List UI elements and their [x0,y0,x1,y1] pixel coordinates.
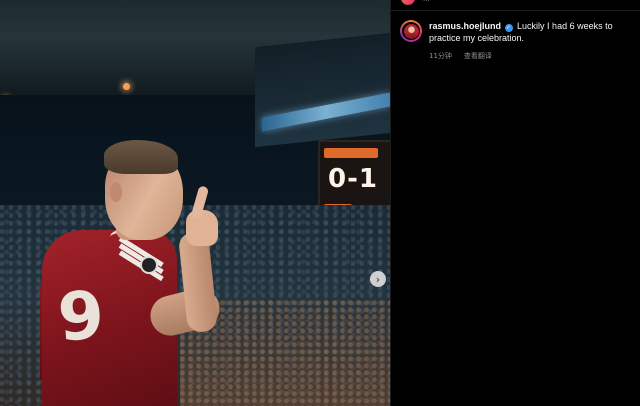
divider [391,10,640,11]
avatar [403,23,419,39]
previous-comment-text: ... [423,0,430,3]
instagram-post-viewer: 0-1 9 › ... [0,0,640,406]
comment-content: rasmus.hoejlund ✓ Luckily I had 6 weeks … [429,20,632,61]
avatar[interactable] [401,0,415,5]
comment-meta: 11分钟 查看翻译 [429,51,632,61]
chevron-right-icon: › [375,272,381,286]
comment-body: rasmus.hoejlund ✓ Luckily I had 6 weeks … [429,20,632,44]
comments-panel: ... rasmus.hoejlund ✓ Luckily I had 6 we… [390,0,640,406]
caption-comment: rasmus.hoejlund ✓ Luckily I had 6 weeks … [400,20,632,61]
hand [186,210,218,246]
verified-badge-icon: ✓ [504,24,513,32]
story-ring[interactable] [400,20,422,42]
previous-comment-row: ... [401,0,430,5]
username-link[interactable]: rasmus.hoejlund [429,21,501,31]
comment-time[interactable]: 11分钟 [429,51,452,61]
sleeve-badge [140,256,158,274]
player-figure: 9 [0,0,390,406]
jersey-number: 9 [55,276,107,357]
hair [104,140,178,174]
next-photo-button[interactable]: › [370,271,386,287]
avatar-frame [402,22,420,40]
post-photo: 0-1 9 › [0,0,390,406]
see-translation-link[interactable]: 查看翻译 [464,51,492,61]
ear [110,182,122,202]
